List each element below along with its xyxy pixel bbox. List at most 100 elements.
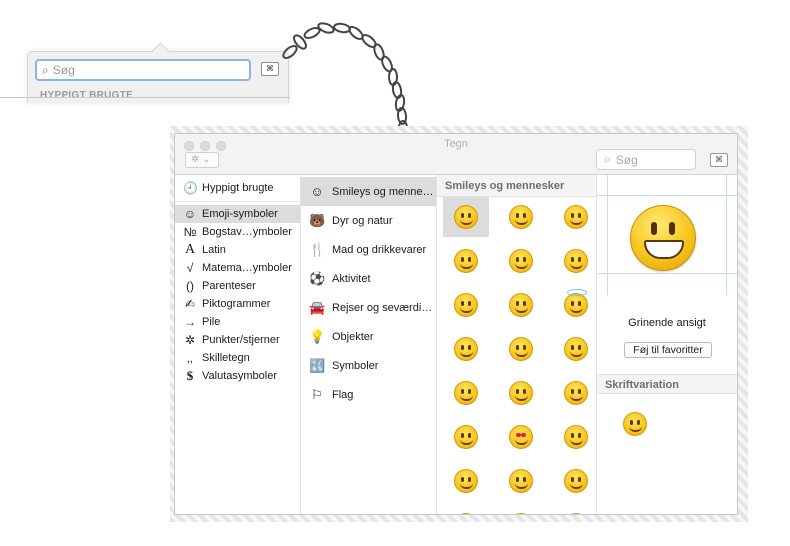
subcategory-item-activity[interactable]: ⚽ Aktivitet [301,264,436,293]
subcategory-item-smileys[interactable]: ☺ Smileys og menne… [301,177,436,206]
guide-line [726,175,727,295]
emoji-cell-innocent[interactable] [553,285,599,325]
emoji-cell-smiley[interactable] [498,241,544,281]
kissing-heart-face-icon [564,425,588,449]
subcategory-label: Symboler [332,359,379,372]
emoji-cell-relieved[interactable] [443,417,489,457]
ball-icon: ⚽ [309,270,326,286]
arrow-icon: → [184,315,196,329]
subcategory-item-objects[interactable]: 💡 Objekter [301,322,436,351]
category-label: Bogstav…ymboler [202,226,292,238]
emoji-variation-item[interactable] [623,412,647,436]
wink-face-icon [454,337,478,361]
upside-down-face-icon [454,381,478,405]
emoji-cell-grinning[interactable] [443,197,489,237]
search-placeholder: Søg [615,152,638,167]
emoji-cell-kissing_closed[interactable] [553,461,599,501]
subcategory-item-food[interactable]: 🍴 Mad og drikkevarer [301,235,436,264]
emoji-cell-partial_2[interactable] [498,505,544,514]
subcategory-item-travel[interactable]: 🚘 Rejser og seværdi… [301,293,436,322]
character-popover: ⌕ Søg ⌘ HYPPIGT BRUGTE [27,51,289,103]
emoji-cell-grimacing[interactable] [498,197,544,237]
add-to-favorites-button[interactable]: Føj til favoritter [624,342,712,358]
keyboard-icon[interactable]: ⌘ [261,62,279,76]
sweat-smile-face-icon [454,293,478,317]
search-icon: ⌕ [42,62,49,77]
category-item-emoji[interactable]: ☺ Emoji-symboler [175,205,300,223]
subcategory-label: Dyr og natur [332,214,393,227]
keyboard-icon[interactable]: ⌘ [710,153,728,167]
relaxed-face-icon [509,381,533,405]
emoji-cell-partial_3[interactable] [553,505,599,514]
guide-line [597,273,737,274]
emoji-cell-kissing_smiling[interactable] [498,461,544,501]
dollar-icon: $ [186,368,194,383]
emoji-cell-relaxed[interactable] [498,373,544,413]
emoji-cell-blush[interactable] [498,329,544,369]
category-item-punctuation[interactable]: ‚, Skilletegn [175,349,300,367]
category-item-bullets-stars[interactable]: ✲ Punkter/stjerner [175,331,300,349]
category-item-pictographs[interactable]: ✍ Piktogrammer [175,295,300,313]
subcategory-item-flags[interactable]: ⚐ Flag [301,380,436,409]
grinning-face-large-icon [630,205,696,271]
kissing-face-icon [454,469,478,493]
smiley-face-icon [509,249,533,273]
category-item-frequently-used[interactable]: 🕘 Hyppigt brugte [175,179,300,197]
latin-a-icon: A [184,242,196,257]
search-icon: ⌕ [604,152,611,166]
emoji-cell-upside_down[interactable] [443,373,489,413]
innocent-face-icon [564,289,588,317]
category-label: Matema…ymboler [202,262,292,274]
emoji-preview [597,175,737,295]
emoji-cell-kissing[interactable] [443,461,489,501]
category-label: Latin [202,244,226,256]
emoji-name: Grinende ansigt [628,317,706,329]
category-label: Valutasymboler [202,370,277,382]
subcategory-label: Rejser og seværdi… [332,301,433,314]
emoji-cell-heart_eyes[interactable] [498,417,544,457]
emoji-cell-sweat_smile[interactable] [443,285,489,325]
category-item-currency[interactable]: $ Valutasymboler [175,367,300,385]
subcategory-label: Mad og drikkevarer [332,243,427,256]
category-item-latin[interactable]: A Latin [175,241,300,259]
yum-face-icon [564,381,588,405]
emoji-cell-joy[interactable] [443,241,489,281]
subcategory-item-animals[interactable]: 🐻 Dyr og natur [301,206,436,235]
emoji-cell-laughing[interactable] [498,285,544,325]
search-field[interactable]: ⌕ Søg [596,149,696,170]
subcategory-list: ☺ Smileys og menne… 🐻 Dyr og natur 🍴 Mad… [301,175,437,514]
category-item-letterlike[interactable]: № Bogstav…ymboler [175,223,300,241]
emoji-cell-yum[interactable] [553,373,599,413]
category-item-math[interactable]: √ Matema…ymboler [175,259,300,277]
category-item-parentheses[interactable]: () Parenteser [175,277,300,295]
punctuation-icon: ‚, [187,351,193,365]
subcategory-label: Objekter [332,330,374,343]
smile-face-icon [564,249,588,273]
gear-menu-button[interactable]: ✲ ⌄ [185,152,219,168]
category-label: Punkter/stjerner [202,334,280,346]
category-label: Emoji-symboler [202,208,278,220]
animal-icon: 🐻 [309,212,326,228]
emoji-cell-slight_smile[interactable] [553,329,599,369]
slight-smile-face-icon [564,337,588,361]
titlebar: Tegn ✲ ⌄ ⌕ Søg ⌘ [175,134,737,175]
category-label: Hyppigt brugte [202,182,274,194]
emoji-cell-partial_1[interactable] [443,505,489,514]
divider [175,201,300,202]
emoji-cell-wink[interactable] [443,329,489,369]
flag-icon: ⚐ [311,386,323,402]
popover-search-field[interactable]: ⌕ Søg [35,59,251,81]
smiley-icon: ☺ [183,207,197,221]
category-list: 🕘 Hyppigt brugte ☺ Emoji-symboler № Bogs… [175,175,301,514]
subcategory-item-symbols[interactable]: 🔣 Symboler [301,351,436,380]
symbols-icon: 🔣 [309,357,326,373]
emoji-panel: Smileys og mennesker [437,175,597,514]
asterisk-icon: ✲ [184,333,196,347]
divider [0,97,290,98]
emoji-cell-kissing_heart[interactable] [553,417,599,457]
category-item-arrows[interactable]: → Pile [175,313,300,331]
character-viewer-window: Tegn ✲ ⌄ ⌕ Søg ⌘ 🕘 Hyppigt brugte ☺ Emoj… [174,133,738,515]
emoji-cell-grin[interactable] [553,197,599,237]
emoji-cell-smile[interactable] [553,241,599,281]
heart-eyes-face-icon [509,425,533,449]
